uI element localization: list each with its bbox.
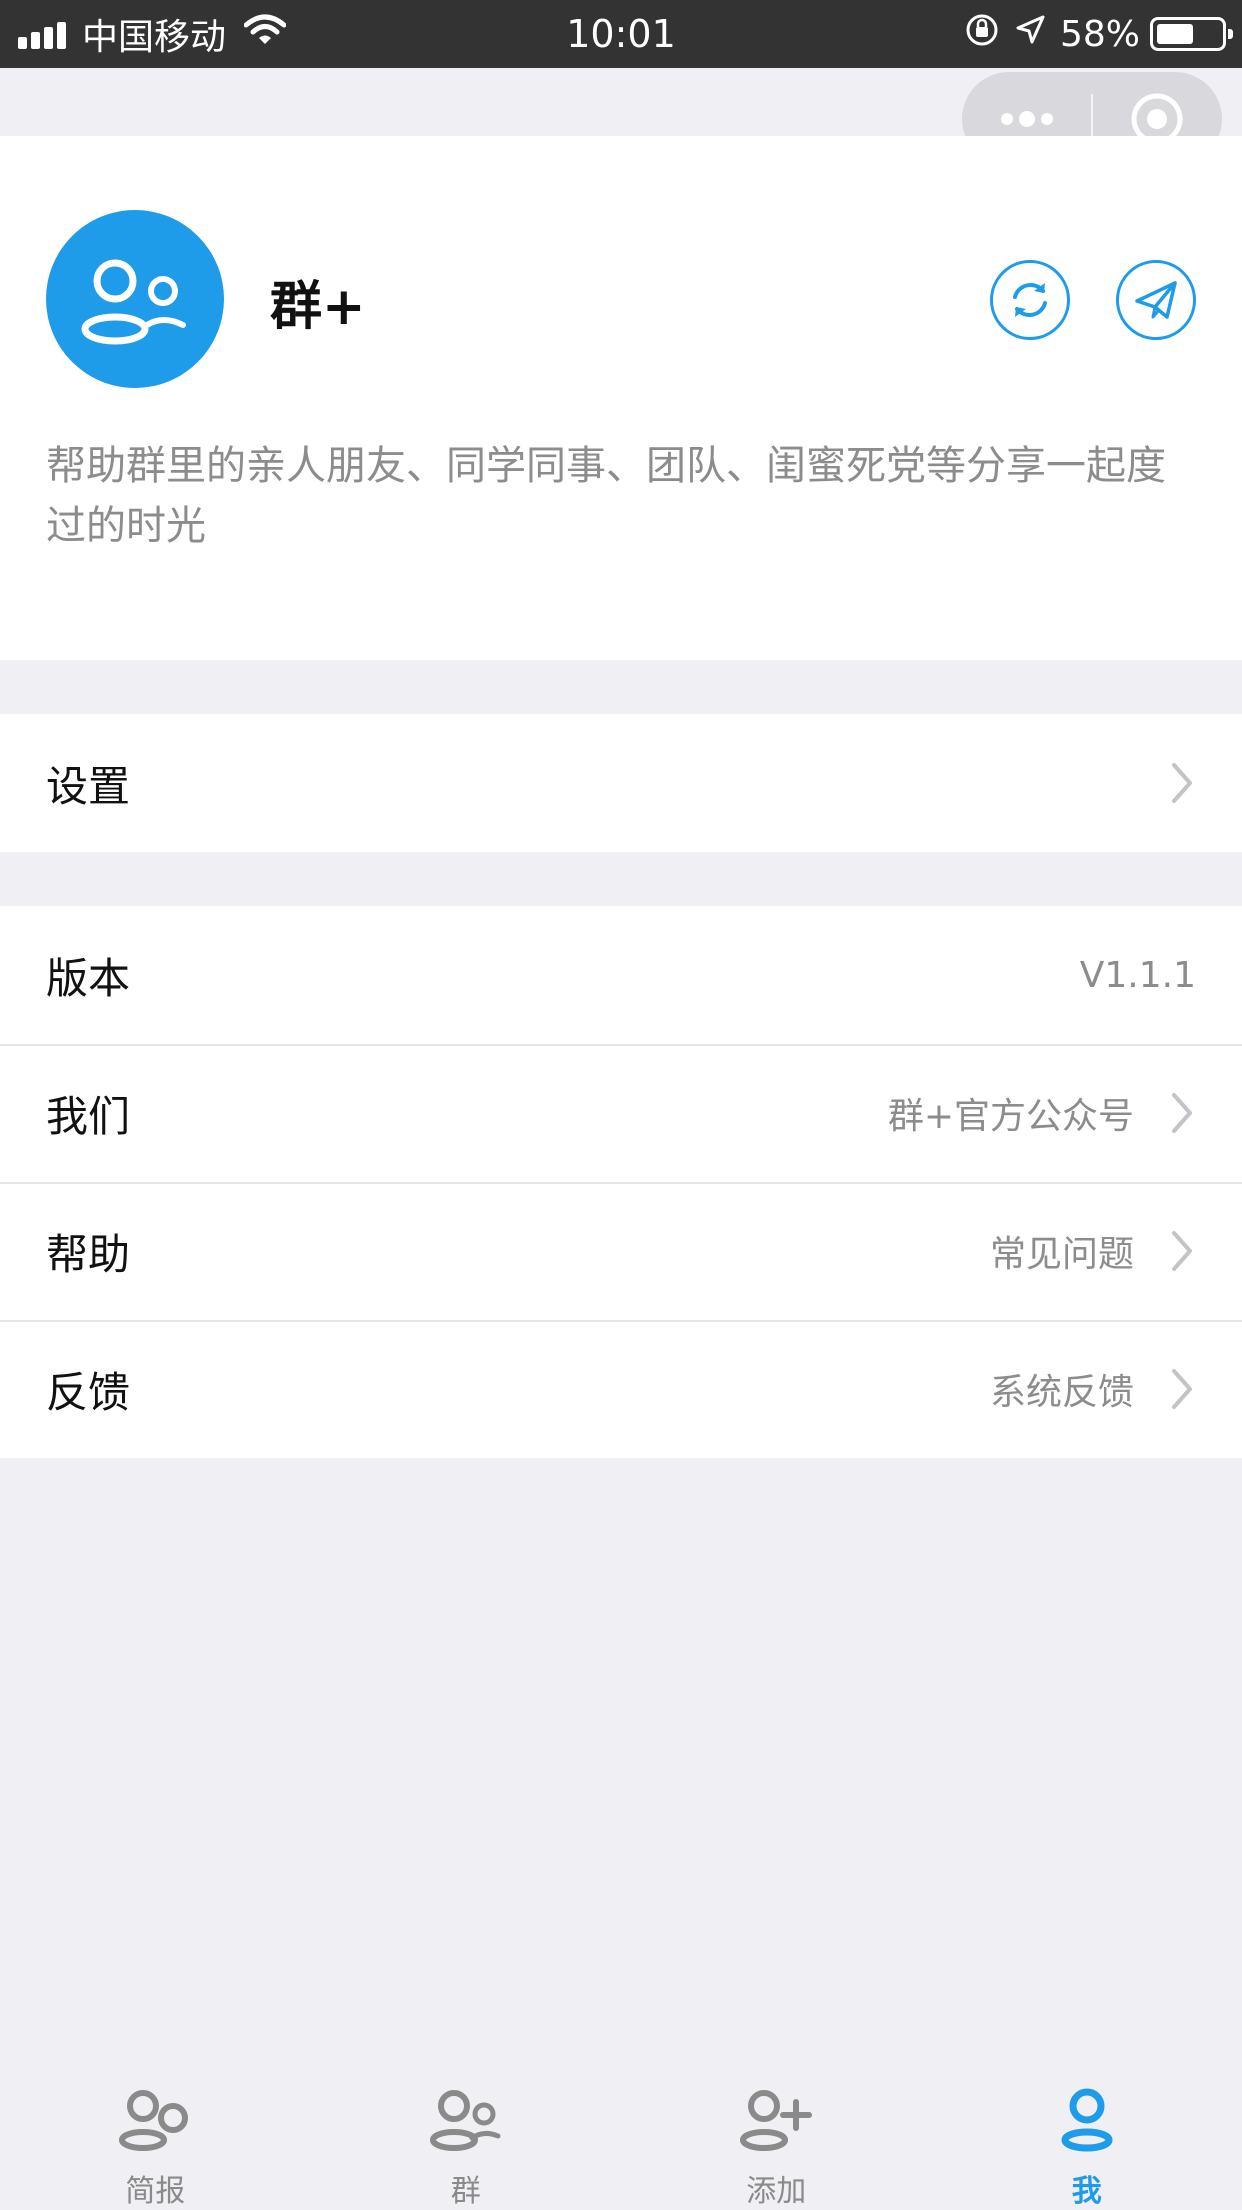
version-row: 版本 V1.1.1 bbox=[0, 906, 1242, 1044]
refresh-button[interactable] bbox=[990, 260, 1070, 340]
battery-nub bbox=[1228, 29, 1233, 39]
group-users-icon bbox=[75, 249, 195, 349]
location-icon bbox=[1014, 14, 1046, 55]
feedback-value: 系统反馈 bbox=[990, 1363, 1134, 1415]
settings-label: 设置 bbox=[46, 753, 1134, 814]
about-us-value: 群+官方公众号 bbox=[888, 1087, 1134, 1139]
share-button[interactable] bbox=[1116, 260, 1196, 340]
help-value: 常见问题 bbox=[990, 1225, 1134, 1277]
refresh-icon bbox=[1005, 275, 1055, 325]
tab-briefing[interactable]: 简报 bbox=[0, 2060, 311, 2208]
status-bar: 中国移动 10:01 58% bbox=[0, 0, 1242, 68]
version-label: 版本 bbox=[46, 945, 1080, 1006]
tab-bar: 简报 群 添加 我 bbox=[0, 2060, 1242, 2208]
app-description: 帮助群里的亲人朋友、同学同事、团队、闺蜜死党等分享一起度过的时光 bbox=[46, 436, 1196, 556]
battery-percent: 58% bbox=[1060, 14, 1140, 55]
app-avatar bbox=[46, 210, 224, 388]
chevron-right-icon bbox=[1156, 1221, 1196, 1281]
profile-card: 群+ 帮助群里的亲人朋友、同学同事、团队、闺蜜死党等分享一起度过的时光 bbox=[0, 136, 1242, 660]
about-us-row[interactable]: 我们 群+官方公众号 bbox=[0, 1044, 1242, 1182]
paper-plane-icon bbox=[1131, 275, 1181, 325]
tab-me[interactable]: 我 bbox=[932, 2060, 1242, 2208]
tab-label: 我 bbox=[1072, 2166, 1102, 2210]
two-users-icon bbox=[115, 2086, 195, 2152]
app-name: 群+ bbox=[270, 264, 366, 339]
user-icon bbox=[1047, 2086, 1127, 2152]
chevron-right-icon bbox=[1156, 1359, 1196, 1419]
feedback-row[interactable]: 反馈 系统反馈 bbox=[0, 1320, 1242, 1458]
chevron-right-icon bbox=[1156, 753, 1196, 813]
group-icon bbox=[426, 2086, 506, 2152]
version-value: V1.1.1 bbox=[1080, 955, 1196, 996]
tab-label: 添加 bbox=[746, 2166, 806, 2210]
settings-group: 设置 bbox=[0, 714, 1242, 852]
status-right: 58% bbox=[964, 10, 1226, 58]
add-user-icon bbox=[736, 2086, 816, 2152]
settings-row[interactable]: 设置 bbox=[0, 714, 1242, 852]
help-label: 帮助 bbox=[46, 1221, 990, 1282]
help-row[interactable]: 帮助 常见问题 bbox=[0, 1182, 1242, 1320]
battery-icon bbox=[1150, 17, 1226, 51]
info-group: 版本 V1.1.1 我们 群+官方公众号 帮助 常见问题 反馈 系统反馈 bbox=[0, 906, 1242, 1458]
feedback-label: 反馈 bbox=[46, 1359, 990, 1420]
tab-label: 群 bbox=[451, 2166, 481, 2210]
tab-label: 简报 bbox=[125, 2166, 185, 2210]
about-us-label: 我们 bbox=[46, 1083, 888, 1144]
tab-group[interactable]: 群 bbox=[311, 2060, 622, 2208]
tab-add[interactable]: 添加 bbox=[621, 2060, 932, 2208]
battery-fill bbox=[1157, 24, 1193, 44]
orientation-lock-icon bbox=[964, 12, 1000, 57]
chevron-right-icon bbox=[1156, 1083, 1196, 1143]
more-dots-icon bbox=[997, 109, 1057, 129]
